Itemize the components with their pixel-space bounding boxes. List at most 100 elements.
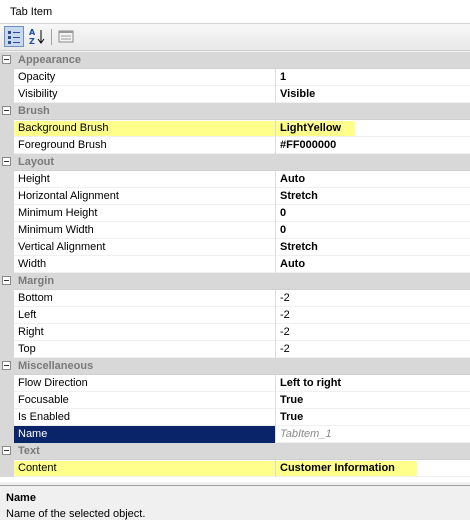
property-value[interactable]: True: [277, 409, 470, 426]
property-value[interactable]: 0: [277, 205, 470, 222]
property-row-horizontal-alignment[interactable]: Horizontal Alignment Stretch: [0, 188, 470, 205]
property-pages-button[interactable]: [56, 26, 76, 47]
category-label: Layout: [18, 156, 55, 168]
collapse-icon[interactable]: [2, 106, 11, 115]
alphabetical-icon: A Z: [29, 28, 45, 46]
property-value[interactable]: -2: [277, 290, 470, 307]
category-brush[interactable]: Brush: [0, 103, 470, 120]
property-value[interactable]: #FF000000: [277, 137, 470, 154]
property-name[interactable]: Opacity: [14, 69, 276, 86]
property-value[interactable]: True: [277, 392, 470, 409]
property-row-name[interactable]: Name TabItem_1: [0, 426, 470, 443]
property-name[interactable]: Name: [14, 426, 276, 443]
property-name[interactable]: Is Enabled: [14, 409, 276, 426]
property-row-minimum-width[interactable]: Minimum Width 0: [0, 222, 470, 239]
property-row-foreground-brush[interactable]: Foreground Brush #FF000000: [0, 137, 470, 154]
property-value[interactable]: Auto: [277, 171, 470, 188]
property-value[interactable]: Auto: [277, 256, 470, 273]
property-name[interactable]: Right: [14, 324, 276, 341]
property-row-width[interactable]: Width Auto: [0, 256, 470, 273]
row-gutter: [0, 392, 14, 409]
category-layout[interactable]: Layout: [0, 154, 470, 171]
property-value[interactable]: Stretch: [277, 188, 470, 205]
category-margin[interactable]: Margin: [0, 273, 470, 290]
collapse-icon[interactable]: [2, 446, 11, 455]
property-value[interactable]: Visible: [277, 86, 470, 103]
row-gutter: [0, 188, 14, 205]
row-gutter: [0, 375, 14, 392]
property-grid: Appearance Opacity 1 Visibility Visible Brush…: [0, 52, 470, 482]
property-value[interactable]: Stretch: [277, 239, 470, 256]
property-value[interactable]: Customer Information: [277, 460, 470, 477]
svg-text:A: A: [29, 28, 36, 37]
row-gutter: [0, 120, 14, 137]
property-name[interactable]: Top: [14, 341, 276, 358]
categorized-button[interactable]: [4, 26, 24, 47]
property-name[interactable]: Vertical Alignment: [14, 239, 276, 256]
property-toolbar: A Z: [0, 24, 470, 51]
category-label: Miscellaneous: [18, 360, 94, 372]
category-appearance[interactable]: Appearance: [0, 52, 470, 69]
property-row-background-brush[interactable]: Background Brush LightYellow: [0, 120, 470, 137]
property-value[interactable]: TabItem_1: [277, 426, 470, 443]
property-row-minimum-height[interactable]: Minimum Height 0: [0, 205, 470, 222]
property-row-left[interactable]: Left -2: [0, 307, 470, 324]
category-label: Margin: [18, 275, 55, 287]
property-row-top[interactable]: Top -2: [0, 341, 470, 358]
row-gutter: [0, 222, 14, 239]
property-name[interactable]: Bottom: [14, 290, 276, 307]
collapse-icon[interactable]: [2, 157, 11, 166]
category-miscellaneous[interactable]: Miscellaneous: [0, 358, 470, 375]
collapse-icon[interactable]: [2, 55, 11, 64]
row-gutter: [0, 137, 14, 154]
category-label: Appearance: [18, 54, 81, 66]
row-gutter: [0, 307, 14, 324]
property-name[interactable]: Content: [14, 460, 276, 477]
row-gutter: [0, 69, 14, 86]
category-text[interactable]: Text: [0, 443, 470, 460]
row-gutter: [0, 460, 14, 477]
description-text: Name of the selected object.: [6, 508, 146, 520]
property-row-flow-direction[interactable]: Flow Direction Left to right: [0, 375, 470, 392]
property-value[interactable]: 1: [277, 69, 470, 86]
property-pages-icon: [58, 30, 74, 43]
property-name[interactable]: Width: [14, 256, 276, 273]
property-value[interactable]: 0: [277, 222, 470, 239]
property-name[interactable]: Minimum Height: [14, 205, 276, 222]
property-value[interactable]: Left to right: [277, 375, 470, 392]
collapse-icon[interactable]: [2, 276, 11, 285]
property-row-focusable[interactable]: Focusable True: [0, 392, 470, 409]
property-row-height[interactable]: Height Auto: [0, 171, 470, 188]
property-value[interactable]: -2: [277, 307, 470, 324]
property-value[interactable]: LightYellow: [277, 120, 470, 137]
property-name[interactable]: Focusable: [14, 392, 276, 409]
row-gutter: [0, 256, 14, 273]
collapse-icon[interactable]: [2, 361, 11, 370]
property-row-opacity[interactable]: Opacity 1: [0, 69, 470, 86]
property-name[interactable]: Left: [14, 307, 276, 324]
row-gutter: [0, 239, 14, 256]
property-row-visibility[interactable]: Visibility Visible: [0, 86, 470, 103]
description-title: Name: [6, 492, 36, 504]
property-name[interactable]: Visibility: [14, 86, 276, 103]
alphabetical-button[interactable]: A Z: [27, 26, 47, 47]
property-name[interactable]: Horizontal Alignment: [14, 188, 276, 205]
property-name[interactable]: Height: [14, 171, 276, 188]
row-gutter: [0, 324, 14, 341]
row-gutter: [0, 290, 14, 307]
property-value[interactable]: -2: [277, 324, 470, 341]
property-name[interactable]: Background Brush: [14, 120, 276, 137]
property-row-right[interactable]: Right -2: [0, 324, 470, 341]
category-label: Brush: [18, 105, 50, 117]
property-row-content[interactable]: Content Customer Information: [0, 460, 470, 477]
row-gutter: [0, 341, 14, 358]
property-row-is-enabled[interactable]: Is Enabled True: [0, 409, 470, 426]
panel-title: Tab Item: [10, 6, 53, 18]
property-name[interactable]: Flow Direction: [14, 375, 276, 392]
property-name[interactable]: Minimum Width: [14, 222, 276, 239]
property-value[interactable]: -2: [277, 341, 470, 358]
category-label: Text: [18, 445, 40, 457]
property-name[interactable]: Foreground Brush: [14, 137, 276, 154]
property-row-bottom[interactable]: Bottom -2: [0, 290, 470, 307]
property-row-vertical-alignment[interactable]: Vertical Alignment Stretch: [0, 239, 470, 256]
